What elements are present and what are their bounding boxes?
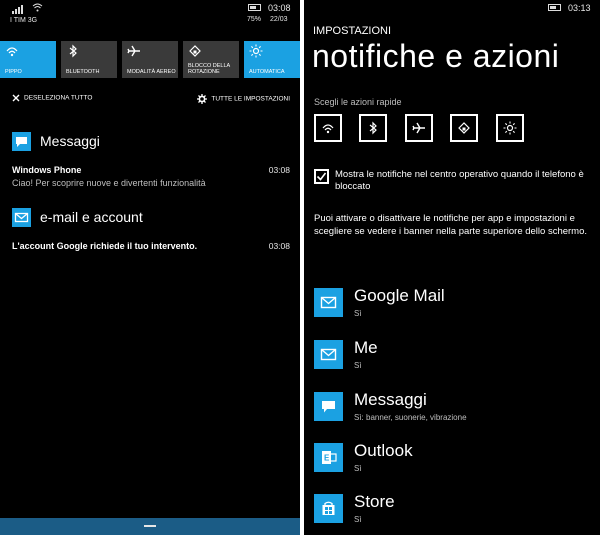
tile-label: BLOCCO DELLA ROTAZIONE [188,63,230,75]
app-status: Sì [354,464,362,473]
notification-title[interactable]: L'account Google richiede il tuo interve… [12,241,197,251]
app-item-messaggi[interactable]: Messaggi Sì: banner, suonerie, vibrazion… [314,390,594,432]
lockscreen-notifications-checkbox[interactable] [314,169,329,184]
notification-time: 03:08 [268,241,290,251]
gear-icon [197,94,208,104]
checkbox-label[interactable]: Mostra le notifiche nel centro operativo… [335,169,590,193]
quick-action-slot-airplane[interactable] [405,114,433,142]
app-item-outlook[interactable]: E Outlook Sì [314,441,594,483]
brightness-icon [249,44,263,58]
app-item-google-mail[interactable]: Google Mail Sì [314,286,594,328]
airplane-icon [127,45,140,57]
tile-label: BLUETOOTH [66,69,100,75]
drag-handle[interactable] [144,525,156,527]
quick-action-tiles: PIPPO BLUETOOTH MODALITÀ AEREO BLOCCO DE… [0,41,300,78]
app-name: Messaggi [354,390,427,409]
bluetooth-icon [369,121,377,135]
app-name: Me [354,338,378,357]
app-name: Google Mail [354,286,445,305]
action-center-bottom-bar[interactable] [0,518,300,535]
notification-group-title[interactable]: Messaggi [40,133,100,149]
rotation-lock-icon [189,45,201,57]
quick-action-slot-wifi[interactable] [314,114,342,142]
status-time: 03:08 [268,3,291,13]
bluetooth-icon [69,44,77,58]
app-status: Sì [354,309,362,318]
carrier-label: I TIM 3G [10,17,38,24]
signal-icon [12,5,23,14]
svg-text:E: E [324,454,330,463]
tile-wifi[interactable]: PIPPO [0,41,56,78]
deselect-all-button[interactable]: DESELEZIONA TUTTO [12,94,92,102]
status-bar: I TIM 3G 03:08 75% 22/03 [0,0,300,28]
app-name: Store [354,492,395,511]
tile-airplane[interactable]: MODALITÀ AEREO [122,41,178,78]
wifi-icon [322,124,334,134]
tile-rotation-lock[interactable]: BLOCCO DELLA ROTAZIONE [183,41,239,78]
brightness-icon [503,121,517,135]
action-center-screen: I TIM 3G 03:08 75% 22/03 PIPPO BLUETOOTH… [0,0,300,535]
deselect-all-label: DESELEZIONA TUTTO [24,94,93,102]
wifi-icon [6,47,18,57]
quick-action-slot-brightness[interactable] [496,114,524,142]
status-date: 22/03 [270,16,288,23]
section-header: IMPOSTAZIONI [313,25,392,37]
status-bar: 03:13 [304,0,600,28]
notification-body: Ciao! Per scoprire nuove e divertenti fu… [12,178,206,188]
battery-percent: 75% [247,16,262,23]
message-icon [314,392,343,421]
notification-time: 03:08 [268,165,290,175]
tile-brightness[interactable]: AUTOMATICA [244,41,300,78]
app-item-me[interactable]: Me Sì [314,338,594,380]
battery-icon [248,4,261,11]
wifi-status-icon [32,3,43,12]
tile-label: MODALITÀ AEREO [127,69,176,75]
tile-label: AUTOMATICA [249,69,285,75]
tile-label: PIPPO [5,69,22,75]
close-icon [12,94,20,102]
app-item-store[interactable]: Store Sì [314,492,594,534]
app-status: Sì [354,515,362,524]
store-icon [314,494,343,523]
mail-icon [314,288,343,317]
message-icon [12,132,31,151]
quick-action-slot-rotation-lock[interactable] [450,114,478,142]
app-status: Sì: banner, suonerie, vibrazione [354,413,467,422]
rotation-lock-icon [458,122,470,134]
all-settings-label: TUTTE LE IMPOSTAZIONI [211,95,290,103]
airplane-icon [412,122,425,134]
quick-actions-label: Scegli le azioni rapide [314,97,402,107]
battery-icon [548,4,561,11]
status-time: 03:13 [568,3,591,13]
page-title: notifiche e azioni [312,38,560,74]
all-settings-button[interactable]: TUTTE LE IMPOSTAZIONI [197,94,290,104]
notification-group-title[interactable]: e-mail e account [40,209,143,225]
app-name: Outlook [354,441,413,460]
app-status: Sì [354,361,362,370]
checkmark-icon [316,172,327,181]
mail-icon [314,340,343,369]
mail-icon [12,208,31,227]
notification-title[interactable]: Windows Phone [12,165,81,175]
info-text: Puoi attivare o disattivare le notifiche… [314,213,588,237]
quick-action-slot-bluetooth[interactable] [359,114,387,142]
notifications-settings-screen: 03:13 IMPOSTAZIONI notifiche e azioni Sc… [304,0,600,535]
outlook-icon: E [314,443,343,472]
tile-bluetooth[interactable]: BLUETOOTH [61,41,117,78]
